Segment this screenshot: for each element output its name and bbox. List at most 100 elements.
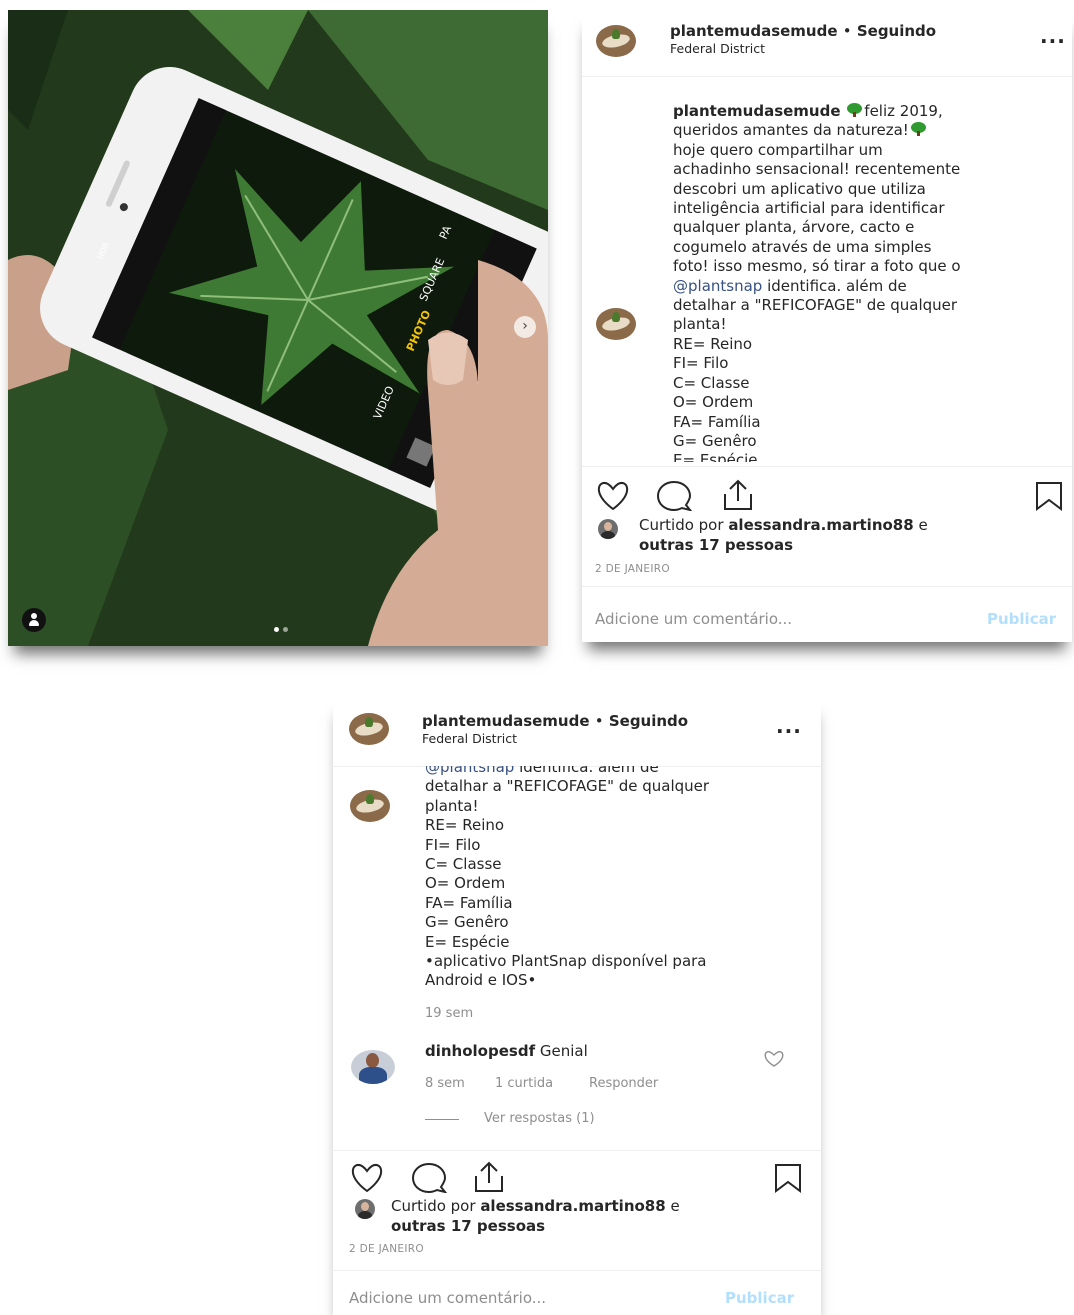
- bookmark-icon[interactable]: [1034, 481, 1064, 511]
- comment-icon[interactable]: [656, 481, 692, 511]
- caption-line: O= Ordem: [425, 874, 506, 893]
- likes-summary[interactable]: Curtido por alessandra.martino88 e outra…: [391, 1196, 811, 1236]
- tree-emoji-icon: [847, 103, 863, 117]
- caption-line: E= Espécie: [673, 451, 758, 462]
- post-location[interactable]: Federal District: [422, 731, 517, 746]
- caption-line: FI= Filo: [673, 354, 729, 373]
- caption-line: descobri um aplicativo que utiliza: [673, 179, 926, 198]
- post-date[interactable]: 2 DE JANEIRO: [595, 563, 670, 575]
- heart-icon[interactable]: [595, 481, 631, 511]
- share-icon[interactable]: [720, 479, 756, 511]
- follow-status[interactable]: Seguindo: [857, 22, 936, 40]
- more-icon[interactable]: ...: [776, 714, 802, 738]
- caption-line: FI= Filo: [425, 835, 481, 854]
- action-bar: [582, 466, 1072, 511]
- avatar[interactable]: [349, 713, 389, 745]
- post-username[interactable]: plantemudasemude • Seguindo: [422, 712, 688, 730]
- liker-username[interactable]: alessandra.martino88: [480, 1197, 665, 1215]
- likes-prefix: Curtido por: [391, 1197, 476, 1215]
- caption-line: foto! isso mesmo, só tirar a foto que o: [673, 257, 961, 276]
- comment-input[interactable]: Adicione um comentário...: [595, 610, 792, 628]
- caption-line: O= Ordem: [673, 393, 754, 412]
- caption-line: Android e IOS•: [425, 971, 537, 990]
- more-icon[interactable]: ...: [1040, 24, 1066, 48]
- reply-button[interactable]: Responder: [589, 1076, 658, 1091]
- caption-line: detalhar a "REFICOFAGE" de qualquer: [425, 777, 710, 796]
- replies-divider: [425, 1119, 459, 1120]
- caption-line: FA= Família: [425, 893, 513, 912]
- caption-line: planta!: [673, 315, 727, 334]
- liker-avatar[interactable]: [355, 1199, 375, 1219]
- caption-line: RE= Reino: [425, 816, 505, 835]
- caption-age[interactable]: 19 sem: [425, 1006, 473, 1021]
- caption-line: FA= Família: [673, 412, 761, 431]
- comment-text: Genial: [539, 1042, 588, 1060]
- likes-others[interactable]: outras 17 pessoas: [391, 1217, 545, 1235]
- post-username[interactable]: plantemudasemude • Seguindo: [670, 22, 936, 40]
- comment-bar: Adicione um comentário... Publicar: [582, 586, 1072, 642]
- caption-line: E= Espécie: [425, 932, 510, 951]
- comment-body: dinholopesdf Genial: [425, 1042, 755, 1064]
- caption-line: C= Classe: [425, 855, 502, 874]
- mention-link[interactable]: @plantsnap: [425, 766, 514, 776]
- caption-line: G= Genêro: [673, 431, 757, 450]
- caption-line: cogumelo através de uma simples: [673, 237, 932, 256]
- bookmark-icon[interactable]: [773, 1163, 803, 1193]
- mention-link[interactable]: @plantsnap: [673, 277, 762, 295]
- caption-line: detalhar a "REFICOFAGE" de qualquer: [673, 296, 958, 315]
- likes-mid: e: [918, 516, 928, 534]
- comment-icon[interactable]: [411, 1163, 447, 1193]
- comment-age[interactable]: 8 sem: [425, 1076, 465, 1091]
- likes-mid: e: [670, 1197, 680, 1215]
- post-photo[interactable]: VIDEO PHOTO SQUARE PA HDR ›: [8, 10, 548, 646]
- post-caption: @plantsnap identifica. além de detalhar …: [425, 766, 815, 992]
- plant-photo-image: VIDEO PHOTO SQUARE PA HDR: [8, 10, 548, 646]
- post-location[interactable]: Federal District: [670, 41, 765, 56]
- likes-prefix: Curtido por: [639, 516, 724, 534]
- caption-line: qualquer planta, árvore, cacto e: [673, 218, 915, 237]
- comment-avatar[interactable]: [351, 1050, 395, 1084]
- comment-bar: Adicione um comentário... Publicar: [333, 1270, 821, 1315]
- post-date[interactable]: 2 DE JANEIRO: [349, 1243, 424, 1255]
- share-icon[interactable]: [471, 1161, 507, 1193]
- carousel-dot: [283, 627, 288, 632]
- comment-likes[interactable]: 1 curtida: [495, 1076, 553, 1091]
- caption-line: hoje quero compartilhar um: [673, 140, 883, 159]
- carousel-dot-active: [274, 627, 279, 632]
- likes-others[interactable]: outras 17 pessoas: [639, 536, 793, 554]
- separator: •: [842, 22, 852, 40]
- caption-line: identifica. além de: [519, 766, 659, 776]
- caption-line: RE= Reino: [673, 334, 753, 353]
- post-header: plantemudasemude • Seguindo Federal Dist…: [582, 10, 1072, 77]
- avatar[interactable]: [596, 25, 636, 57]
- caption-line: •aplicativo PlantSnap disponível para: [425, 952, 707, 971]
- likes-summary[interactable]: Curtido por alessandra.martino88 e outra…: [639, 515, 1059, 555]
- comment-username[interactable]: dinholopesdf: [425, 1042, 535, 1060]
- post-panel: plantemudasemude • Seguindo Federal Dist…: [582, 10, 1072, 642]
- comment-input[interactable]: Adicione um comentário...: [349, 1289, 546, 1307]
- caption-avatar[interactable]: [350, 790, 390, 822]
- caption-avatar[interactable]: [596, 308, 636, 340]
- caption-line: C= Classe: [673, 373, 750, 392]
- username-text[interactable]: plantemudasemude: [422, 712, 590, 730]
- view-replies-button[interactable]: Ver respostas (1): [484, 1111, 595, 1126]
- user-tag-icon[interactable]: [22, 608, 46, 632]
- caption-username[interactable]: plantemudasemude: [673, 102, 841, 120]
- chevron-right-icon[interactable]: ›: [514, 316, 536, 338]
- username-text[interactable]: plantemudasemude: [670, 22, 838, 40]
- caption-line: planta!: [425, 796, 479, 815]
- liker-avatar[interactable]: [598, 519, 618, 539]
- tree-emoji-icon: [910, 122, 926, 137]
- liker-username[interactable]: alessandra.martino88: [728, 516, 913, 534]
- post-caption: plantemudasemude feliz 2019, queridos am…: [673, 102, 1065, 462]
- separator: •: [594, 712, 604, 730]
- publish-button[interactable]: Publicar: [987, 610, 1056, 628]
- heart-icon[interactable]: [349, 1163, 385, 1193]
- caption-line: inteligência artificial para identificar: [673, 199, 945, 218]
- comment-heart-icon[interactable]: [763, 1050, 785, 1068]
- follow-status[interactable]: Seguindo: [609, 712, 688, 730]
- publish-button[interactable]: Publicar: [725, 1289, 794, 1307]
- caption-line: queridos amantes da natureza!: [673, 121, 909, 140]
- caption-line: achadinho sensacional! recentemente: [673, 160, 961, 179]
- caption-line: identifica. além de: [767, 276, 907, 295]
